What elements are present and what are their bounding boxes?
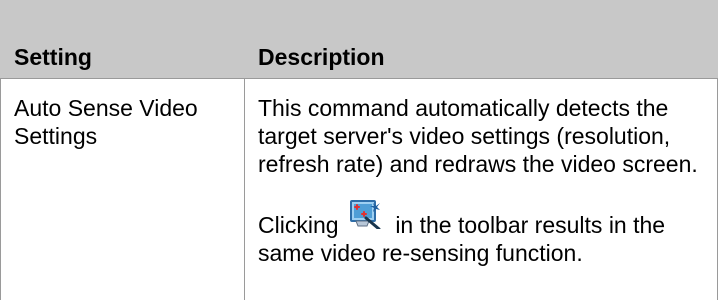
setting-name: Auto Sense Video Settings xyxy=(14,95,198,149)
setting-description: This command automatically detects the t… xyxy=(258,94,713,267)
auto-sense-video-icon xyxy=(349,199,385,231)
table-header: Setting Description xyxy=(0,0,718,78)
settings-table: Setting Description Auto Sense Video Set… xyxy=(0,0,718,300)
left-border xyxy=(0,78,1,300)
header-setting: Setting xyxy=(14,44,92,70)
column-divider xyxy=(244,78,245,300)
header-description: Description xyxy=(258,44,385,70)
instruction-text-before-icon: Clicking xyxy=(258,212,339,238)
description-paragraph: This command automatically detects the t… xyxy=(258,95,698,177)
header-divider xyxy=(0,78,718,79)
toolbar-instruction: Clicking in the toolbar results in the s… xyxy=(258,199,713,267)
